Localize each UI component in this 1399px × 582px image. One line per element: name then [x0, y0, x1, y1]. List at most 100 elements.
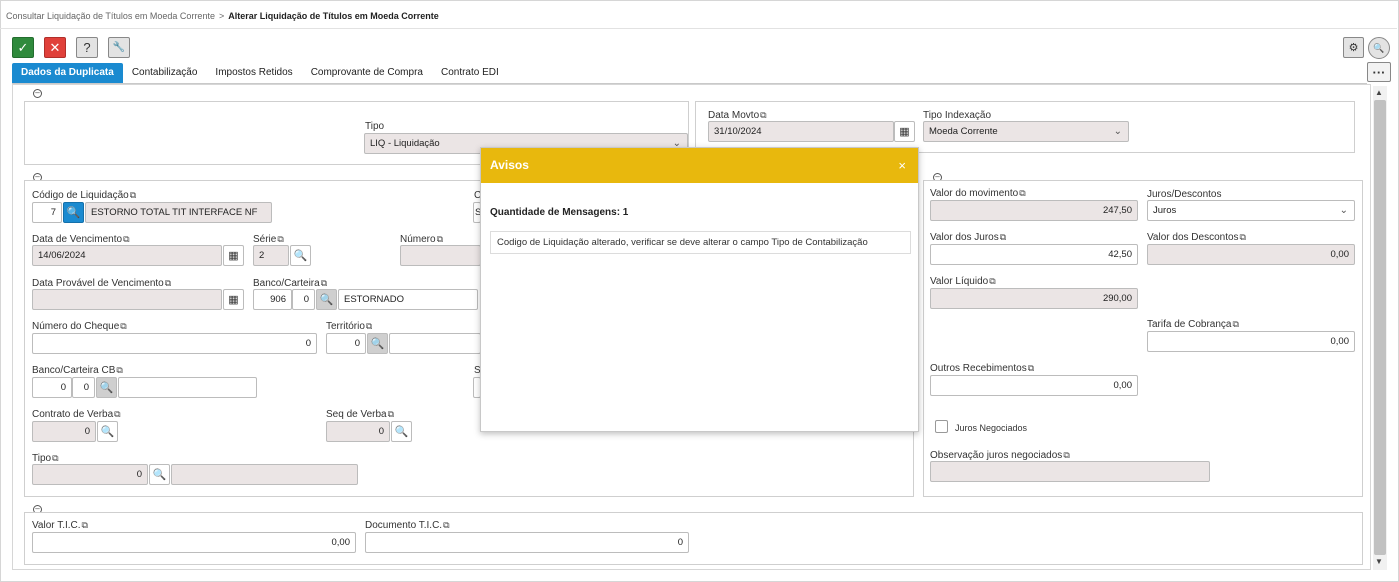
- cancel-button[interactable]: ✕: [44, 37, 66, 58]
- codigo-liquidacao-field[interactable]: 7: [32, 202, 62, 223]
- tab-bar: Dados da Duplicata Contabilização Impost…: [12, 63, 508, 83]
- scroll-down-icon[interactable]: ▼: [1375, 557, 1383, 566]
- documento-tic-field[interactable]: 0: [365, 532, 689, 553]
- numero-field[interactable]: [400, 245, 481, 266]
- global-search-button[interactable]: 🔍: [1368, 37, 1390, 59]
- valor-juros-label-text: Valor dos Juros: [930, 232, 999, 243]
- tools-button[interactable]: 🔧: [108, 37, 130, 58]
- copy-icon[interactable]: ⧉: [1063, 450, 1069, 460]
- breadcrumb-parent[interactable]: Consultar Liquidação de Títulos em Moeda…: [6, 11, 215, 21]
- message-item: Codigo de Liquidação alterado, verificar…: [490, 231, 911, 254]
- copy-icon[interactable]: ⧉: [52, 453, 58, 463]
- outros-recebimentos-label-text: Outros Recebimentos: [930, 363, 1027, 374]
- check-icon: ✓: [17, 39, 29, 55]
- search-icon[interactable]: 🔍: [367, 333, 388, 354]
- carteira-cb-field[interactable]: 0: [72, 377, 95, 398]
- tab-contabilizacao[interactable]: Contabilização: [123, 63, 207, 83]
- valor-descontos-field[interactable]: 0,00: [1147, 244, 1355, 265]
- copy-icon[interactable]: ⧉: [989, 276, 995, 286]
- close-icon[interactable]: ×: [898, 148, 906, 183]
- banco-cb-field[interactable]: 0: [32, 377, 72, 398]
- copy-icon[interactable]: ⧉: [1233, 319, 1239, 329]
- copy-icon[interactable]: ⧉: [1240, 232, 1246, 242]
- copy-icon[interactable]: ⧉: [120, 321, 126, 331]
- banco-carteira-label: Banco/Carteira⧉: [253, 278, 327, 289]
- data-vencimento-label: Data de Vencimento⧉: [32, 234, 130, 245]
- valor-tic-field[interactable]: 0,00: [32, 532, 356, 553]
- valor-liquido-field[interactable]: 290,00: [930, 288, 1138, 309]
- valor-juros-field[interactable]: 42,50: [930, 244, 1138, 265]
- juros-descontos-select[interactable]: Juros ⌄: [1147, 200, 1355, 221]
- calendar-icon[interactable]: ▦: [223, 289, 244, 310]
- scrollbar-thumb[interactable]: [1374, 100, 1386, 555]
- tab-dados-duplicata[interactable]: Dados da Duplicata: [12, 63, 123, 83]
- valor-descontos-label-text: Valor dos Descontos: [1147, 232, 1239, 243]
- outros-recebimentos-field[interactable]: 0,00: [930, 375, 1138, 396]
- search-icon[interactable]: 🔍: [63, 202, 84, 223]
- valor-liquido-label: Valor Líquido⧉: [930, 276, 996, 287]
- copy-icon[interactable]: ⧉: [114, 409, 120, 419]
- copy-icon[interactable]: ⧉: [123, 234, 129, 244]
- tab-impostos-retidos[interactable]: Impostos Retidos: [206, 63, 301, 83]
- calendar-icon[interactable]: ▦: [894, 121, 915, 142]
- copy-icon[interactable]: ⧉: [443, 520, 449, 530]
- copy-icon[interactable]: ⧉: [277, 234, 283, 244]
- valor-descontos-label: Valor dos Descontos⧉: [1147, 232, 1246, 243]
- banco-cb-desc: [118, 377, 257, 398]
- search-icon: 🔍: [1373, 42, 1385, 53]
- banco-carteira-cb-label: Banco/Carteira CB⧉: [32, 365, 123, 376]
- data-vencimento-field[interactable]: 14/06/2024: [32, 245, 222, 266]
- juros-negociados-checkbox[interactable]: [935, 420, 948, 433]
- copy-icon[interactable]: ⧉: [321, 278, 327, 288]
- data-provavel-field[interactable]: [32, 289, 222, 310]
- carteira-field[interactable]: 0: [292, 289, 315, 310]
- copy-icon[interactable]: ⧉: [116, 365, 122, 375]
- help-button[interactable]: ?: [76, 37, 98, 58]
- copy-icon[interactable]: ⧉: [760, 110, 766, 120]
- copy-icon[interactable]: ⧉: [165, 278, 171, 288]
- copy-icon[interactable]: ⧉: [1028, 363, 1034, 373]
- valor-movimento-label-text: Valor do movimento: [930, 188, 1019, 199]
- copy-icon[interactable]: ⧉: [388, 409, 394, 419]
- tab-contrato-edi[interactable]: Contrato EDI: [432, 63, 508, 83]
- tipo-indexacao-select[interactable]: Moeda Corrente ⌄: [923, 121, 1129, 142]
- breadcrumb: Consultar Liquidação de Títulos em Moeda…: [6, 11, 439, 21]
- search-icon[interactable]: 🔍: [316, 289, 337, 310]
- territorio-field[interactable]: 0: [326, 333, 366, 354]
- numero-cheque-field[interactable]: 0: [32, 333, 317, 354]
- data-movto-field[interactable]: 31/10/2024: [708, 121, 894, 142]
- obs-juros-label-text: Observação juros negociados: [930, 450, 1063, 461]
- valor-movimento-field[interactable]: 247,50: [930, 200, 1138, 221]
- codigo-liquidacao-desc: ESTORNO TOTAL TIT INTERFACE NF: [85, 202, 272, 223]
- search-icon[interactable]: 🔍: [96, 377, 117, 398]
- search-icon[interactable]: 🔍: [97, 421, 118, 442]
- serie-field[interactable]: 2: [253, 245, 289, 266]
- wrench-icon: 🔧: [112, 42, 126, 53]
- confirm-button[interactable]: ✓: [12, 37, 34, 58]
- collapse-header-section-icon[interactable]: –: [33, 89, 42, 98]
- copy-icon[interactable]: ⧉: [366, 321, 372, 331]
- seq-verba-field[interactable]: 0: [326, 421, 390, 442]
- tab-comprovante-compra[interactable]: Comprovante de Compra: [302, 63, 432, 83]
- copy-icon[interactable]: ⧉: [1000, 232, 1006, 242]
- more-options-button[interactable]: ···: [1367, 62, 1391, 82]
- copy-icon[interactable]: ⧉: [130, 190, 136, 200]
- settings-button[interactable]: ⚙: [1343, 37, 1364, 58]
- search-icon[interactable]: 🔍: [290, 245, 311, 266]
- search-icon[interactable]: 🔍: [391, 421, 412, 442]
- tipo-verba-field[interactable]: 0: [32, 464, 148, 485]
- obs-juros-field[interactable]: [930, 461, 1210, 482]
- copy-icon[interactable]: ⧉: [82, 520, 88, 530]
- scroll-up-icon[interactable]: ▲: [1375, 88, 1383, 97]
- tarifa-cobranca-field[interactable]: 0,00: [1147, 331, 1355, 352]
- copy-icon[interactable]: ⧉: [1019, 188, 1025, 198]
- search-icon[interactable]: 🔍: [149, 464, 170, 485]
- message-count: Quantidade de Mensagens: 1: [490, 207, 629, 218]
- banco-field[interactable]: 906: [253, 289, 292, 310]
- juros-negociados-label: Juros Negociados: [955, 423, 1028, 433]
- contrato-verba-field[interactable]: 0: [32, 421, 96, 442]
- calendar-icon[interactable]: ▦: [223, 245, 244, 266]
- juros-descontos-value: Juros: [1153, 205, 1177, 216]
- copy-icon[interactable]: ⧉: [437, 234, 443, 244]
- numero-label: Número⧉: [400, 234, 443, 245]
